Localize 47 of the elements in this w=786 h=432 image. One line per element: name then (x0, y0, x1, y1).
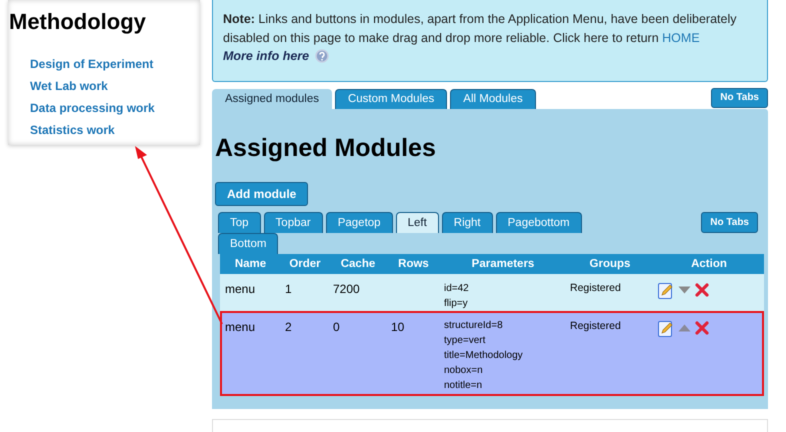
parameter-text: nobox=n (444, 364, 484, 378)
no-tabs-button[interactable]: No Tabs (701, 212, 758, 233)
tab[interactable]: Custom Modules (334, 88, 448, 109)
parameter-text: type=vert (444, 334, 486, 348)
module-row[interactable]: menu 2 0 10 structureId=8 type=vert title=Methodology nobox=n notitle=n Registered (220, 310, 764, 396)
sidebar-link[interactable]: Statistics work (30, 122, 200, 138)
sidebar-link[interactable]: Design of Experiment (30, 56, 200, 72)
tab[interactable]: All Modules (450, 88, 536, 109)
column-header: Name (234, 258, 266, 270)
parameter-text: title=Methodology (444, 348, 524, 363)
table-cell: Registered (570, 282, 621, 294)
sidebar-link[interactable]: Wet Lab work (30, 78, 200, 94)
table-cell: 2 (285, 320, 292, 334)
table-cell: Registered (570, 320, 621, 332)
column-header: Rows (398, 258, 429, 270)
table-cell: menu (225, 320, 256, 334)
column-header: Action (691, 258, 727, 270)
position-tab[interactable]: Bottom (218, 232, 278, 254)
add-module-button[interactable]: Add module (215, 182, 308, 206)
column-header: Groups (590, 258, 630, 270)
position-tab[interactable]: Right (442, 212, 493, 233)
more-info-link[interactable]: More info here (223, 49, 310, 63)
page-heading: Assigned Modules (215, 132, 437, 163)
position-tab[interactable]: Topbar (264, 212, 323, 233)
home-link[interactable]: HOME (662, 31, 700, 45)
parameter-text: notitle=n (444, 378, 484, 393)
table-cell: menu (225, 282, 256, 296)
parameter-text: structureId=8 (444, 318, 504, 333)
no-tabs-button[interactable]: No Tabs (711, 88, 768, 108)
table-cell: 1 (285, 282, 292, 296)
position-tab[interactable]: Left (396, 212, 439, 233)
position-tab[interactable]: Pagetop (326, 212, 393, 233)
parameter-text: flip=y (444, 296, 469, 311)
table-cell: 7200 (333, 282, 360, 296)
tab[interactable]: Assigned modules (212, 88, 332, 109)
sidebar-title: Methodology (9, 9, 147, 35)
column-header: Order (289, 258, 321, 270)
note-text: Note: Links and buttons in modules, apart from the Application Menu, have been deliberately disabled on this page to make drag and drop more reliable. Click here to return HOME (223, 11, 738, 47)
column-header: Cache (340, 258, 376, 270)
sidebar-link[interactable]: Data processing work (30, 100, 200, 116)
position-tab[interactable]: Top (218, 212, 261, 233)
position-tab[interactable]: Pagebottom (496, 212, 582, 233)
table-cell: 0 (333, 320, 340, 334)
table-cell: 10 (391, 320, 404, 334)
module-row[interactable]: menu 1 7200 id=42 flip=y Registered (220, 274, 764, 311)
parameter-text: id=42 (444, 282, 470, 296)
column-header: Parameters (472, 258, 534, 270)
